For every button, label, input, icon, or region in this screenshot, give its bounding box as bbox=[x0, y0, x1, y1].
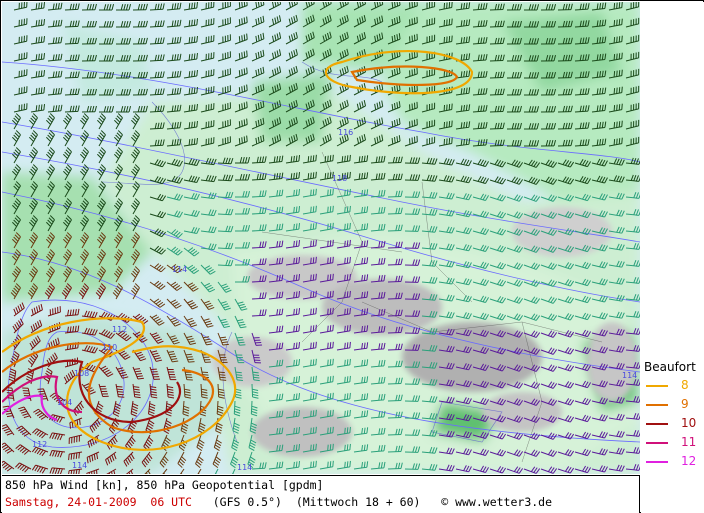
beaufort-legend: Beaufort 8 9 10 11 12 bbox=[641, 2, 704, 513]
caption-run-info: Samstag, 24-01-2009 06 UTC (GFS 0.5°) (M… bbox=[5, 495, 552, 509]
legend-title: Beaufort bbox=[644, 360, 696, 374]
legend-swatch bbox=[646, 461, 668, 463]
model-name: (GFS 0.5°) bbox=[212, 495, 282, 509]
contour-label: 114 bbox=[622, 371, 637, 380]
contour-label: 112 bbox=[32, 440, 47, 449]
contour-label: 118 bbox=[332, 174, 347, 183]
model-run: (Mittwoch 18 + 60) bbox=[295, 495, 421, 509]
contour-label: 114 bbox=[72, 461, 87, 470]
wind-map: 116 118 108 110 112 114 114 114 112 104 … bbox=[2, 2, 640, 474]
legend-label: 8 bbox=[681, 378, 689, 392]
legend-label: 11 bbox=[681, 435, 697, 449]
contour-label: 110 bbox=[102, 343, 117, 352]
legend-item-10: 10 bbox=[646, 416, 702, 430]
legend-item-11: 11 bbox=[646, 435, 702, 449]
map-caption: 850 hPa Wind [kn], 850 hPa Geopotential … bbox=[2, 475, 640, 513]
contour-label: 114 bbox=[237, 463, 252, 472]
legend-swatch bbox=[646, 423, 668, 425]
contour-label: 108 bbox=[74, 369, 89, 378]
legend-item-9: 9 bbox=[646, 397, 702, 411]
legend-item-12: 12 bbox=[646, 454, 702, 468]
contour-label: 116 bbox=[338, 128, 353, 137]
legend-swatch bbox=[646, 442, 668, 444]
legend-swatch bbox=[646, 385, 668, 387]
contour-label: 112 bbox=[112, 325, 127, 334]
legend-label: 10 bbox=[681, 416, 697, 430]
legend-label: 9 bbox=[681, 397, 689, 411]
legend-label: 12 bbox=[681, 454, 697, 468]
copyright-text: © www.wetter3.de bbox=[441, 495, 553, 509]
contour-label: 104 bbox=[57, 398, 72, 407]
legend-item-8: 8 bbox=[646, 378, 702, 392]
caption-title: 850 hPa Wind [kn], 850 hPa Geopotential … bbox=[5, 478, 324, 492]
figure-frame: 116 118 108 110 112 114 114 114 112 104 … bbox=[0, 0, 704, 513]
contour-label: 114 bbox=[172, 265, 187, 274]
map-canvas: 116 118 108 110 112 114 114 114 112 104 … bbox=[2, 2, 640, 474]
valid-date: Samstag, 24-01-2009 06 UTC bbox=[5, 495, 192, 509]
legend-swatch bbox=[646, 404, 668, 406]
